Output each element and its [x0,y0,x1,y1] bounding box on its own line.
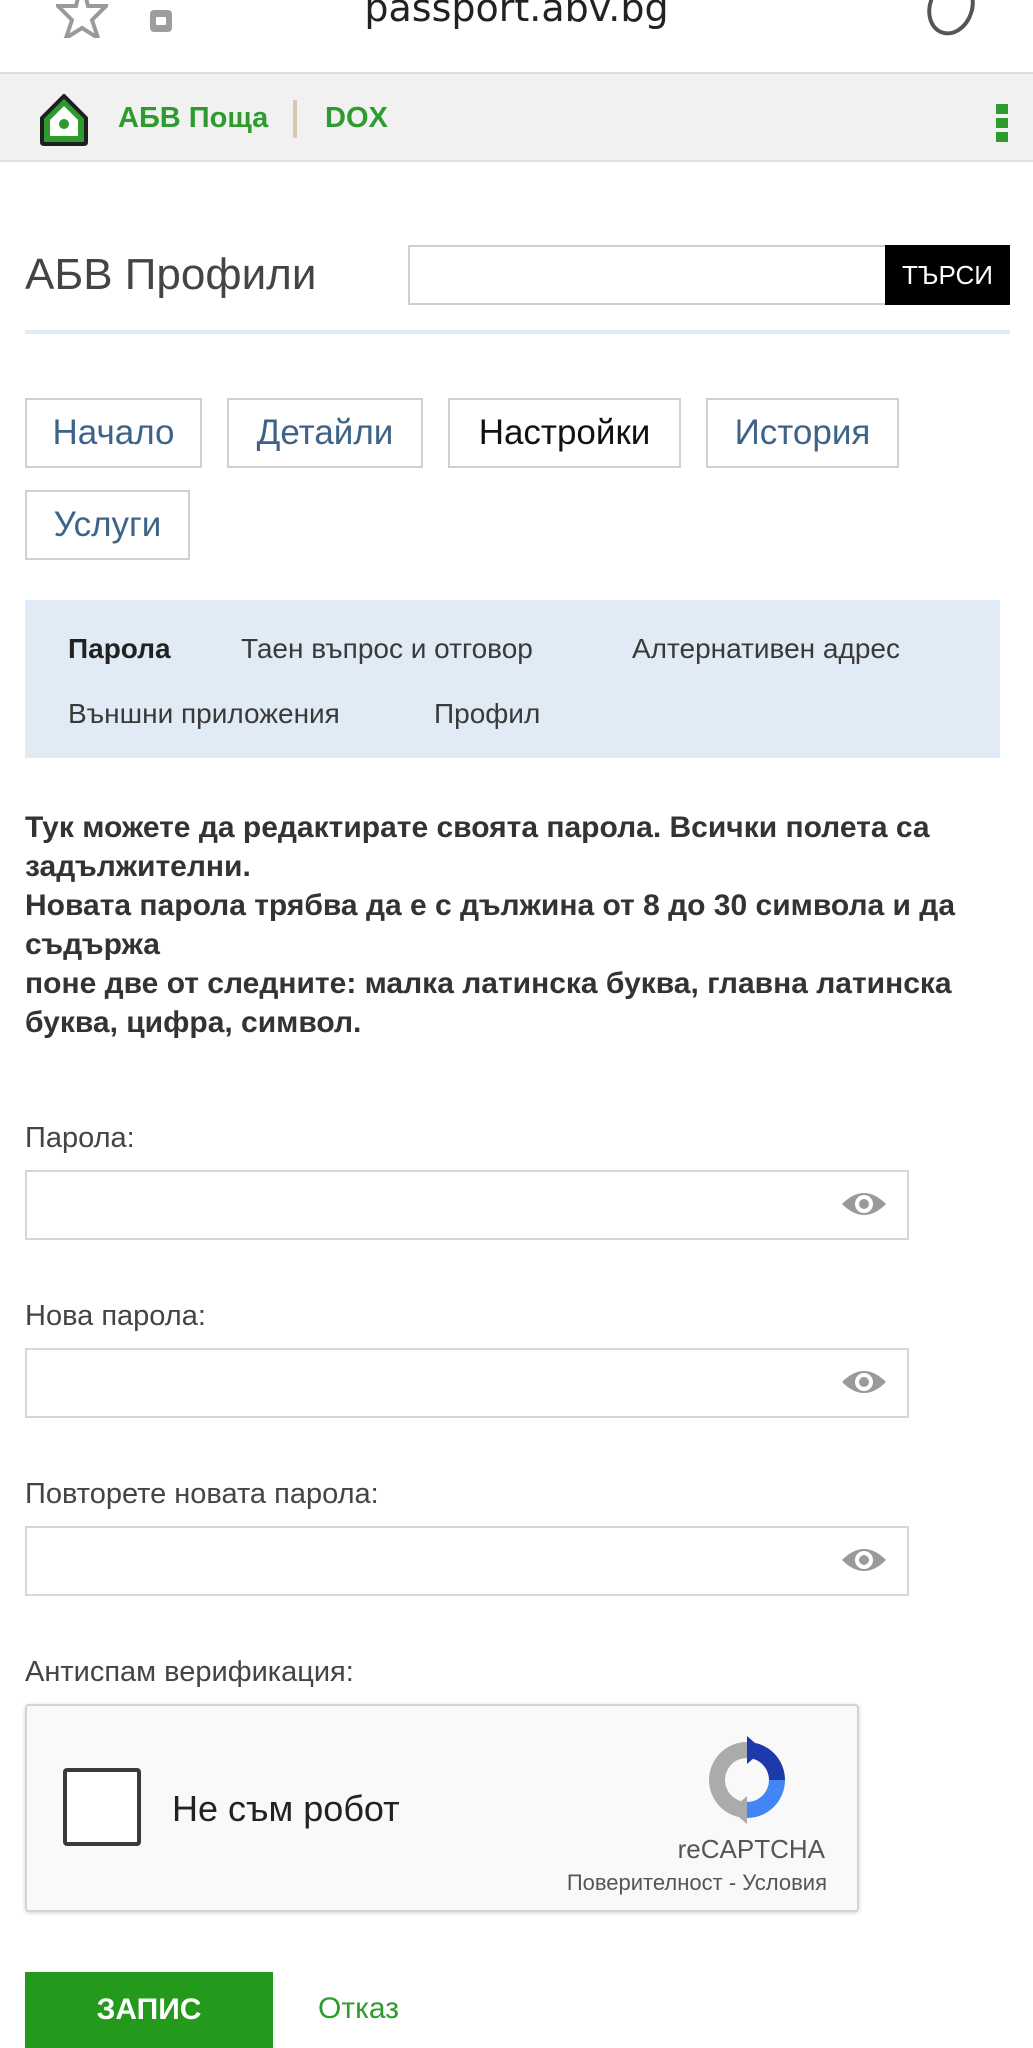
page-title: АБВ Профили [25,250,317,299]
recaptcha-brand: reCAPTCHA [677,1834,825,1864]
tab-settings[interactable]: Настройки [448,398,681,468]
password-field[interactable] [25,1170,909,1240]
repeat-password-field[interactable] [25,1526,909,1596]
tab-details[interactable]: Детайли [227,398,423,468]
subnav-external-apps[interactable]: Външни приложения [68,698,340,730]
search-button[interactable]: ТЪРСИ [885,245,1010,305]
show-password-eye-icon[interactable] [840,1188,888,1220]
abv-top-bar: АБВ Поща DOX [0,74,1033,162]
recaptcha-checkbox[interactable] [63,1768,141,1846]
new-password-field[interactable] [25,1348,909,1418]
antispam-label: Антиспам верификация: [25,1656,354,1688]
cancel-link[interactable]: Отказ [318,1992,399,2026]
tab-services[interactable]: Услуги [25,490,190,560]
instructions-line-1: Тук можете да редактирате своята парола.… [25,811,930,883]
instructions-line-3: поне две от следните: малка латинска бук… [25,967,952,1039]
subnav-profile[interactable]: Профил [434,698,540,730]
abv-mail-link[interactable]: АБВ Поща [118,102,268,135]
search-input[interactable] [408,245,888,305]
instructions-line-2: Новата парола трябва да е с дължина от 8… [25,889,956,961]
recaptcha-logo-icon [709,1736,785,1824]
tab-history[interactable]: История [706,398,899,468]
more-menu-icon[interactable] [996,104,1008,146]
new-password-label: Нова парола: [25,1300,206,1332]
subnav-alternative-address[interactable]: Алтернативен адрес [632,633,900,665]
recaptcha-links: Поверителност - Условия [567,1870,827,1896]
show-new-password-eye-icon[interactable] [840,1366,888,1398]
url-text[interactable]: passport.abv.bg [0,0,1033,30]
repeat-password-label: Повторете новата парола: [25,1478,379,1510]
header-divider [25,330,1010,334]
recaptcha-privacy-link[interactable]: Поверителност [567,1870,723,1895]
tab-home[interactable]: Начало [25,398,202,468]
recaptcha-widget: Не съм робот reCAPTCHA Поверителност - У… [25,1704,859,1912]
home-icon[interactable] [36,90,92,148]
password-instructions: Тук можете да редактирате своята парола.… [25,808,1015,1042]
subnav-password[interactable]: Парола [68,633,171,665]
dox-link[interactable]: DOX [325,102,388,135]
subnav-secret-question[interactable]: Таен въпрос и отговор [241,633,533,665]
divider [293,100,297,138]
show-repeat-password-eye-icon[interactable] [840,1544,888,1576]
settings-subnav: Парола Таен въпрос и отговор Алтернативе… [25,600,1000,758]
browser-url-bar: passport.abv.bg [0,0,1033,74]
recaptcha-label: Не съм робот [172,1788,400,1829]
password-label: Парола: [25,1122,135,1154]
recaptcha-terms-link[interactable]: Условия [742,1870,827,1895]
recaptcha-links-separator: - [728,1870,737,1895]
save-button[interactable]: ЗАПИС [25,1972,273,2048]
